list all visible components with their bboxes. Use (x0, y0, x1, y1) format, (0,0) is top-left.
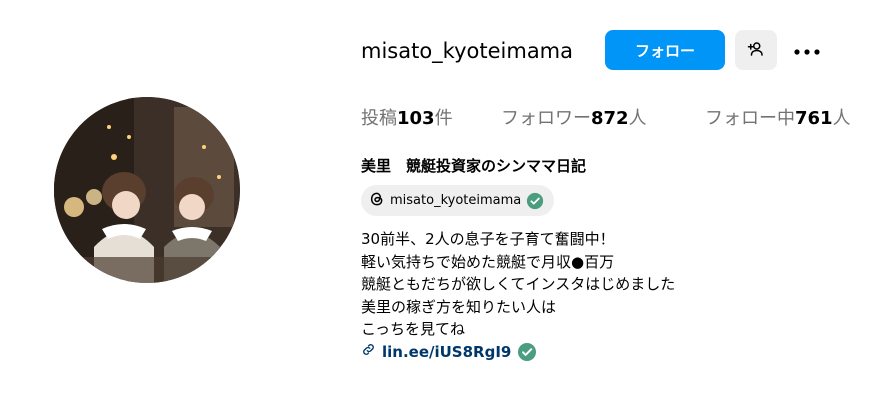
threads-badge[interactable]: misato_kyoteimama (361, 185, 555, 216)
person-add-icon (747, 40, 765, 61)
threads-icon (369, 191, 385, 211)
following-unit: 人 (832, 108, 851, 129)
verified-check-icon (526, 192, 544, 210)
bio-line: 30前半、2人の息子を子育て奮闘中！ (361, 230, 615, 248)
display-name: 美里 競艇投資家のシンママ日記 (361, 157, 587, 175)
followers-unit: 人 (628, 108, 647, 129)
bio-line: 美里の稼ぎ方を知りたい人は (361, 297, 557, 316)
posts-unit: 件 (434, 108, 453, 129)
posts-label: 投稿 (361, 108, 397, 129)
profile-header: misato_kyoteimama フォロー 投稿103件 フォロワー872人 … (0, 0, 885, 404)
threads-handle: misato_kyoteimama (390, 193, 522, 208)
bio: 30前半、2人の息子を子育て奮闘中！ 軽い気持ちで始めた競艇で月収●百万 競艇と… (361, 228, 675, 341)
bio-line: 競艇ともだちが欲しくてインスタはじめました (361, 275, 676, 293)
followers-number: 872 (591, 108, 629, 129)
bio-line: こっちを見てね (361, 320, 465, 338)
followers-count[interactable]: フォロワー872人 (501, 106, 647, 132)
follow-button[interactable]: フォロー (605, 30, 725, 70)
profile-avatar[interactable] (54, 97, 240, 283)
bio-line: 軽い気持ちで始めた競艇で月収●百万 (361, 252, 615, 271)
profile-link[interactable]: lin.ee/iUS8RgI9 (361, 341, 537, 363)
avatar-photo (54, 97, 240, 283)
more-options-button[interactable] (789, 34, 825, 66)
link-icon (361, 341, 376, 363)
link-text[interactable]: lin.ee/iUS8RgI9 (382, 341, 511, 363)
suggest-accounts-button[interactable] (735, 30, 777, 70)
followers-label: フォロワー (501, 108, 591, 129)
verified-check-icon (517, 342, 537, 362)
posts-number: 103 (397, 108, 435, 129)
following-number: 761 (795, 108, 833, 129)
more-dots-icon (793, 41, 821, 60)
following-label: フォロー中 (705, 108, 795, 129)
following-count[interactable]: フォロー中761人 (705, 106, 851, 132)
posts-count: 投稿103件 (361, 106, 453, 132)
username: misato_kyoteimama (361, 39, 574, 63)
